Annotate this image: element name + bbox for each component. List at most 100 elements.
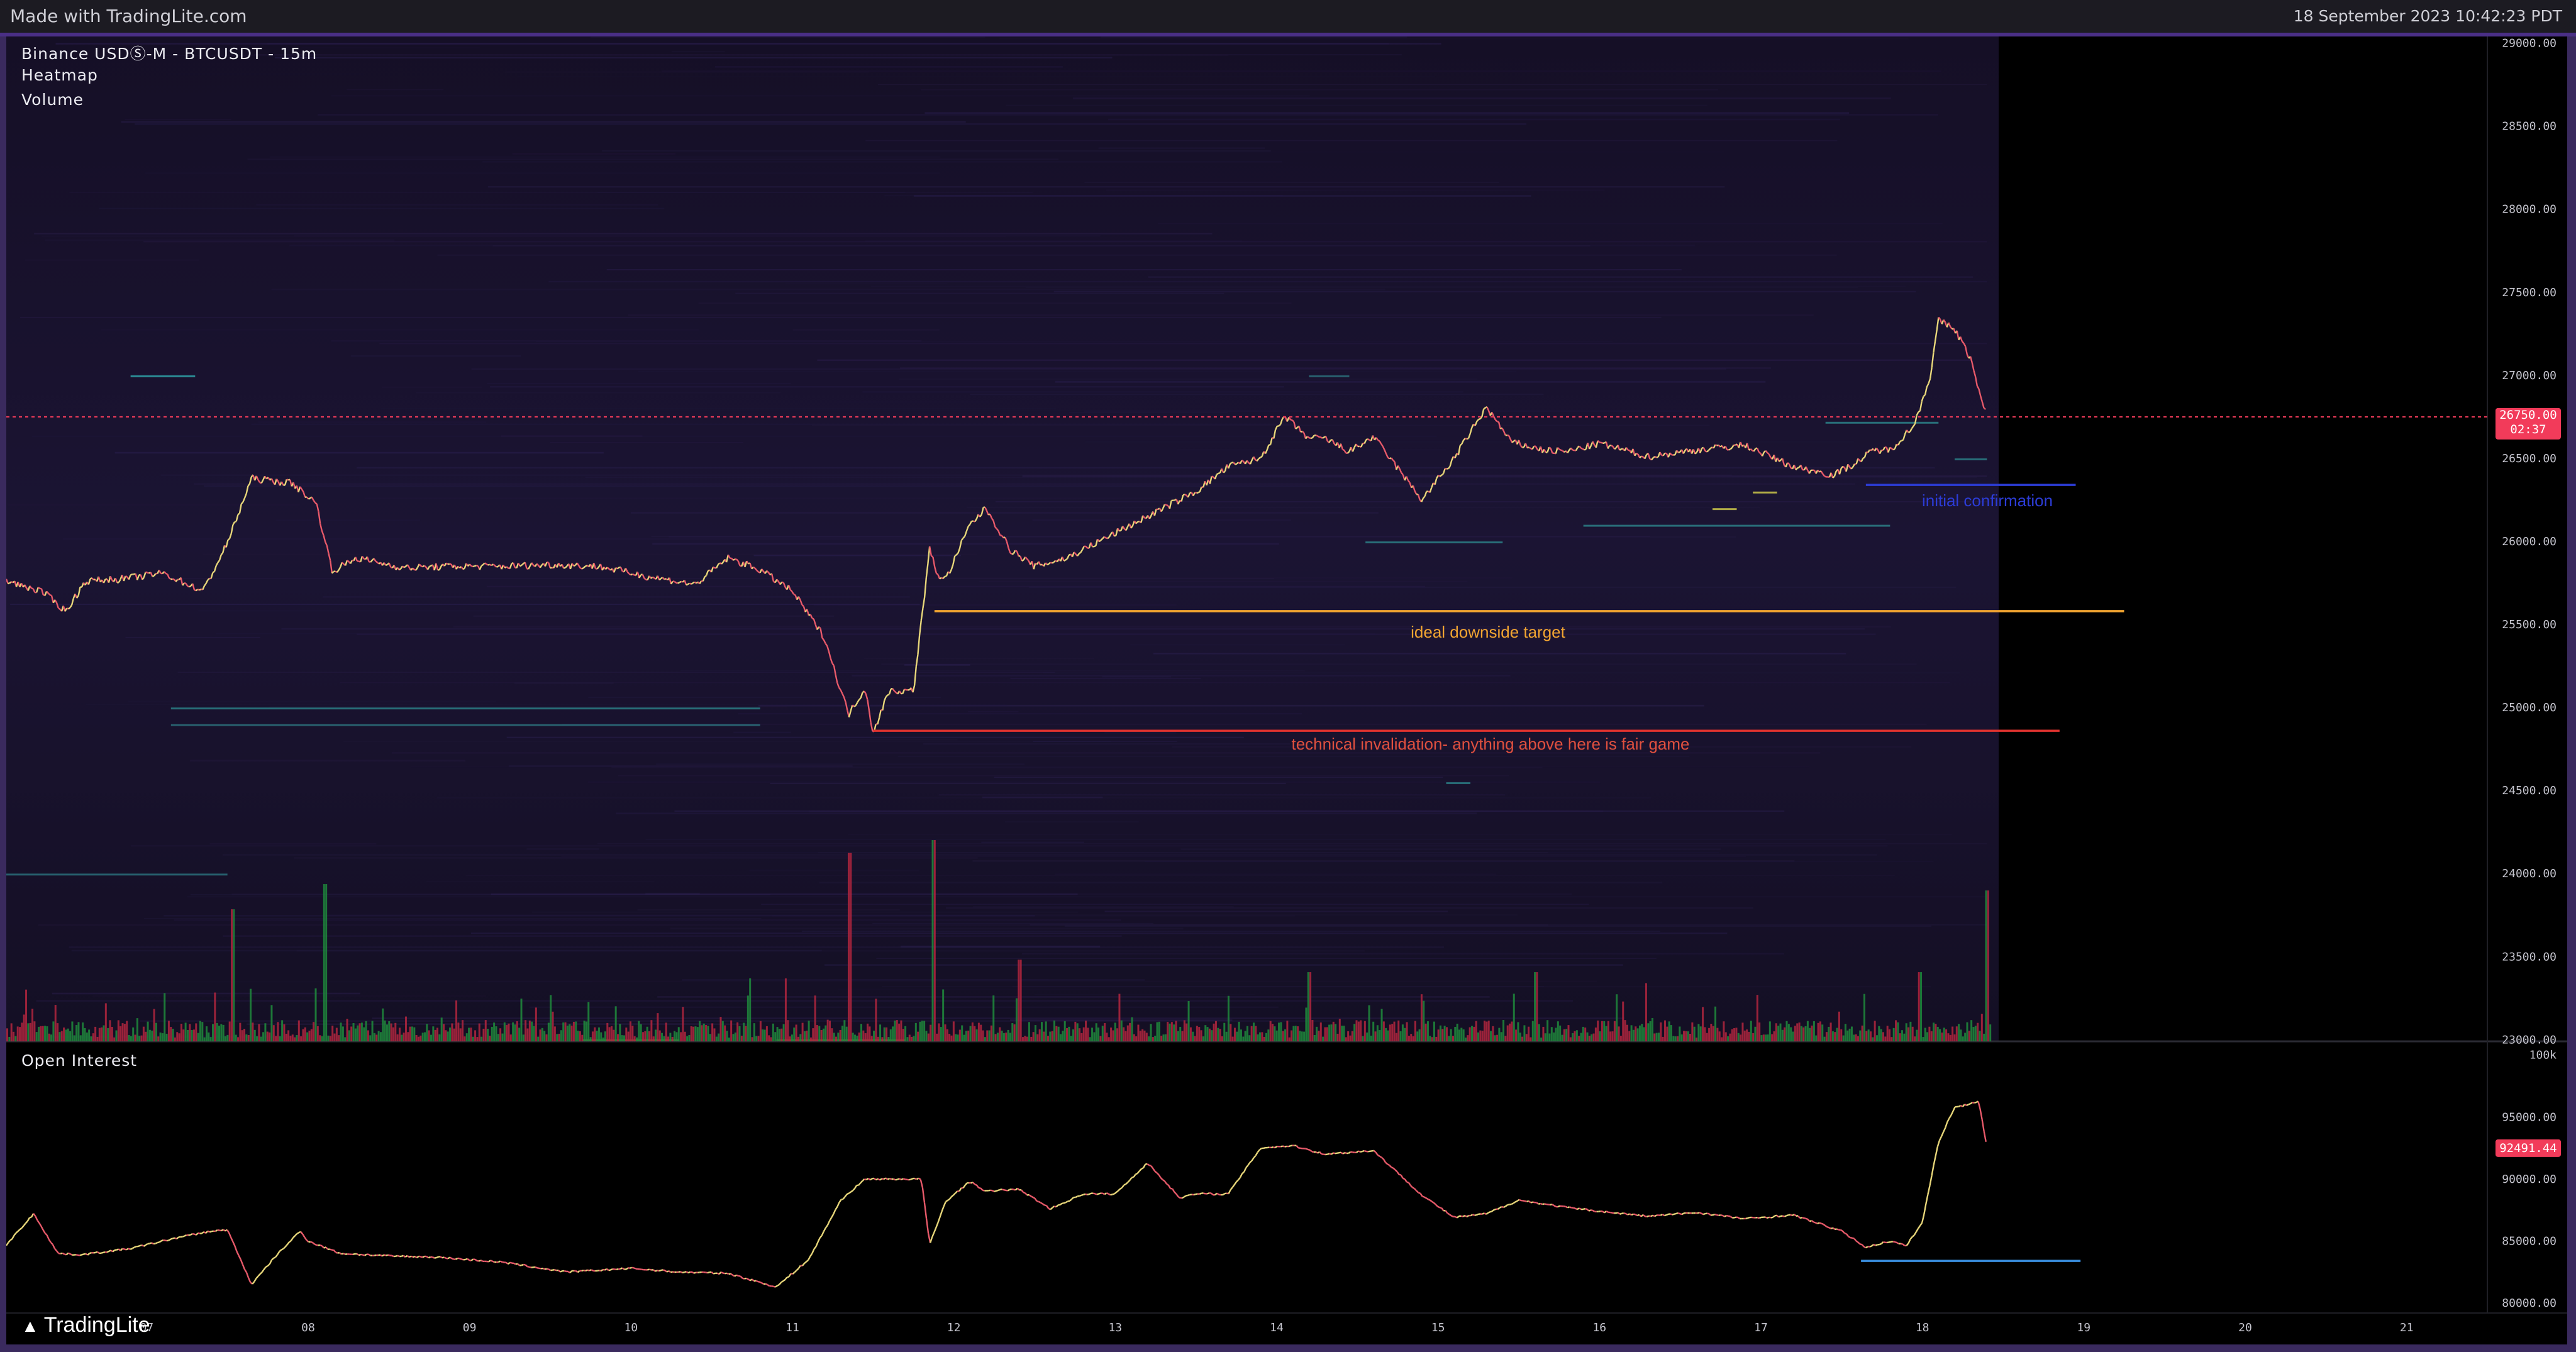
volume-bar: [552, 1011, 554, 1041]
volume-bar: [1875, 1035, 1878, 1041]
price-segment: [1216, 472, 1219, 475]
oi-segment: [545, 1268, 547, 1270]
volume-bar: [417, 1036, 419, 1041]
oi-segment: [469, 1259, 472, 1261]
heatmap-stripe: [548, 280, 1987, 283]
volume-bar: [1760, 1035, 1763, 1041]
volume-bar: [1431, 1037, 1433, 1041]
volume-legend[interactable]: Volume: [21, 91, 84, 109]
volume-bar: [1867, 1029, 1870, 1041]
volume-bar: [1345, 1037, 1347, 1041]
volume-bar: [1013, 1024, 1016, 1041]
volume-bar: [1603, 1021, 1606, 1041]
oi-segment: [1389, 1165, 1392, 1168]
oi-segment: [1962, 1104, 1965, 1107]
oi-panel-title[interactable]: Open Interest: [21, 1051, 137, 1070]
oi-segment: [1185, 1194, 1189, 1197]
volume-bar: [1034, 1025, 1036, 1041]
oi-segment: [1257, 1149, 1260, 1153]
price-tick-label: 23000.00: [2502, 1033, 2557, 1046]
volume-bar: [1351, 1031, 1353, 1041]
oi-segment: [1621, 1212, 1624, 1214]
oi-segment: [1981, 1119, 1985, 1132]
oi-segment: [1664, 1214, 1667, 1217]
volume-bar: [231, 909, 233, 1041]
volume-bar: [988, 1030, 991, 1041]
symbol-legend[interactable]: Binance USDⓈ-M - BTCUSDT - 15m: [21, 42, 317, 64]
volume-bar: [258, 1024, 260, 1041]
price-segment: [1728, 448, 1731, 451]
oi-segment: [261, 1269, 265, 1273]
oi-segment: [1528, 1200, 1531, 1204]
heatmap-stripe: [618, 775, 1509, 777]
volume-bar: [560, 1030, 562, 1041]
chart-svg[interactable]: 29000.0028500.0028000.0027500.0027000.00…: [5, 36, 2567, 1344]
volume-bar: [1099, 1036, 1102, 1041]
volume-bar: [1951, 1026, 1954, 1041]
oi-segment: [1948, 1114, 1952, 1119]
volume-bar: [1907, 1027, 1910, 1041]
chart-frame[interactable]: 29000.00 28500.00 28000.00 27500.00 27000.00…: [5, 36, 2567, 1344]
volume-bar: [1548, 1033, 1551, 1041]
heatmap-stripe: [1004, 821, 1139, 823]
volume-bar: [965, 1031, 967, 1041]
volume-bar: [1584, 1028, 1587, 1041]
heatmap-legend[interactable]: Heatmap: [21, 66, 98, 84]
volume-bar: [184, 1022, 187, 1041]
volume-bar: [1233, 1028, 1236, 1041]
oi-segment: [1368, 1150, 1370, 1153]
oi-segment: [505, 1261, 509, 1265]
volume-bar: [1448, 1036, 1450, 1041]
volume-bar: [275, 1036, 277, 1041]
oi-segment: [1327, 1153, 1330, 1155]
annotation-technical-invalidation: technical invalidation- anything above h…: [1291, 734, 1689, 753]
oi-segment: [176, 1236, 179, 1239]
volume-bar: [1439, 1025, 1441, 1041]
volume-bar: [449, 1028, 452, 1041]
heatmap-stripe: [862, 391, 1463, 393]
volume-bar: [869, 1026, 871, 1041]
volume-bar: [1108, 1037, 1110, 1041]
heatmap-stripe: [968, 711, 1019, 712]
price-segment: [793, 593, 796, 596]
volume-bar: [715, 1036, 718, 1041]
volume-bar: [797, 1036, 799, 1041]
volume-bar: [684, 1031, 686, 1041]
volume-bar: [8, 1036, 11, 1041]
heatmap-stripe: [135, 123, 1527, 125]
oi-segment: [707, 1272, 710, 1274]
liquidity-bar: [130, 375, 196, 377]
volume-bar: [1834, 1032, 1836, 1041]
oi-segment: [893, 1178, 896, 1181]
oi-segment: [1138, 1168, 1142, 1172]
volume-bar: [856, 1035, 858, 1041]
oi-segment: [38, 1222, 42, 1227]
volume-bar: [1328, 1024, 1331, 1041]
heatmap-stripe: [487, 383, 791, 384]
volume-bar: [31, 1009, 34, 1041]
heatmap-stripe: [982, 796, 1103, 799]
oi-segment: [529, 1266, 532, 1268]
volume-bar: [313, 1022, 315, 1041]
volume-bar: [79, 1035, 82, 1041]
volume-bar: [1441, 1029, 1444, 1041]
oi-segment: [687, 1271, 691, 1274]
volume-bar: [1578, 1036, 1580, 1041]
oi-segment: [490, 1260, 493, 1262]
oi-segment: [841, 1198, 843, 1200]
oi-segment: [1865, 1246, 1868, 1249]
volume-bar: [900, 1020, 902, 1041]
volume-bar: [1680, 1034, 1683, 1041]
oi-segment: [1166, 1183, 1169, 1186]
volume-bar: [917, 1031, 919, 1041]
volume-bar: [1110, 1028, 1113, 1041]
volume-bar: [1809, 1028, 1811, 1041]
volume-bar: [508, 1023, 510, 1041]
oi-segment: [860, 1180, 863, 1183]
volume-bar: [428, 1030, 430, 1041]
volume-bar: [596, 1031, 598, 1041]
oi-segment: [1925, 1194, 1929, 1205]
heatmap-stripe: [818, 852, 1548, 853]
volume-bar: [1248, 1035, 1251, 1041]
volume-bar: [877, 1036, 879, 1041]
